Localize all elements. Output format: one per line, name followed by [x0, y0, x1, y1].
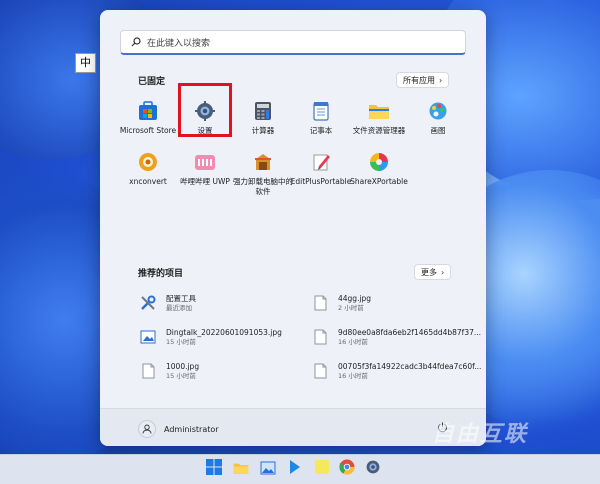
- file-icon: [312, 294, 328, 312]
- sticky-notes-icon: [314, 459, 330, 479]
- app-label: ShareXPortable: [350, 177, 408, 186]
- taskbar: [0, 454, 600, 484]
- user-name: Administrator: [164, 424, 219, 434]
- taskbar-chrome[interactable]: [338, 459, 356, 479]
- app-file-explorer[interactable]: 文件资源管理器: [347, 100, 411, 136]
- app-blue-icon: [288, 459, 302, 479]
- taskbar-file-explorer[interactable]: [232, 460, 250, 478]
- recommended-item-title: 9d80ee0a8fda6eb2f1465dd4b87f37...: [338, 328, 482, 337]
- recommended-item-subtitle: 2 小时前: [338, 304, 364, 312]
- start-menu-footer: Administrator: [100, 408, 486, 446]
- app-sharex[interactable]: ShareXPortable: [347, 151, 411, 187]
- app-label: Microsoft Store: [119, 126, 177, 135]
- user-avatar-icon: [138, 420, 156, 438]
- app-label: 画图: [430, 126, 446, 135]
- taskbar-app-blue[interactable]: [286, 460, 304, 478]
- search-icon: [129, 35, 143, 49]
- user-account-button[interactable]: Administrator: [138, 420, 219, 438]
- folder-icon: [368, 100, 390, 122]
- recommended-item-title: 1000.jpg: [166, 362, 200, 371]
- recommended-item-title: 配置工具: [166, 294, 196, 303]
- recommended-item-title: 00705f3fa14922cadc3b44fdea7c60f...: [338, 362, 482, 371]
- bilibili-icon: [194, 151, 216, 173]
- app-label: 强力卸载电脑中的软件: [233, 177, 293, 196]
- app-label: EditPlusPortable: [290, 177, 352, 186]
- more-label: 更多: [421, 267, 437, 277]
- notepad-icon: [310, 100, 332, 122]
- ime-indicator[interactable]: 中: [75, 53, 96, 73]
- windows-logo-icon: [206, 459, 222, 479]
- file-icon: [140, 362, 156, 380]
- chevron-right-icon: ›: [439, 75, 443, 85]
- watermark-logo: 自由互联: [432, 422, 529, 447]
- folder-icon: [233, 460, 249, 479]
- recommended-item-subtitle: 16 小时前: [338, 338, 368, 346]
- app-xnconvert[interactable]: xnconvert: [116, 151, 180, 187]
- chrome-icon: [339, 459, 355, 479]
- photos-icon: [260, 460, 276, 479]
- app-editplus[interactable]: EditPlusPortable: [289, 151, 353, 187]
- taskbar-start-button[interactable]: [205, 459, 223, 479]
- recommended-title: 推荐的项目: [138, 269, 184, 279]
- tools-icon: [140, 294, 156, 312]
- chevron-right-icon: ›: [441, 267, 445, 277]
- all-apps-button[interactable]: 所有应用 ›: [396, 72, 450, 88]
- app-microsoft-store[interactable]: Microsoft Store: [116, 100, 180, 136]
- recommended-item[interactable]: 44gg.jpg 2 小时前: [312, 294, 482, 313]
- app-label: xnconvert: [129, 177, 167, 186]
- paint-palette-icon: [427, 100, 449, 122]
- recommended-item[interactable]: 配置工具 最近添加: [140, 294, 310, 313]
- app-label: 哔哩哔哩 UWP: [180, 177, 230, 186]
- app-label: 计算器: [251, 126, 275, 135]
- taskbar-settings[interactable]: [364, 460, 382, 478]
- file-icon: [312, 362, 328, 380]
- recommended-item[interactable]: 1000.jpg 15 小时前: [140, 362, 310, 381]
- recommended-item-subtitle: 15 小时前: [166, 338, 196, 346]
- sharex-icon: [368, 151, 390, 173]
- app-bilibili[interactable]: 哔哩哔哩 UWP: [173, 151, 237, 187]
- taskbar-notes[interactable]: [313, 460, 331, 478]
- recommended-item-title: Dingtalk_20220601091053.jpg: [166, 328, 282, 337]
- editplus-icon: [310, 151, 332, 173]
- pinned-title: 已固定: [138, 77, 166, 87]
- uninstaller-icon: [252, 151, 274, 173]
- recommended-item-subtitle: 15 小时前: [166, 372, 196, 380]
- search-placeholder: 在此键入以搜索: [147, 38, 211, 49]
- recommended-item-title: 44gg.jpg: [338, 294, 372, 303]
- recommended-item[interactable]: 00705f3fa14922cadc3b44fdea7c60f... 16 小时…: [312, 362, 482, 381]
- all-apps-label: 所有应用: [403, 75, 435, 85]
- app-calculator[interactable]: 计算器: [231, 100, 295, 136]
- recommended-item[interactable]: 9d80ee0a8fda6eb2f1465dd4b87f37... 16 小时前: [312, 328, 482, 347]
- taskbar-photos[interactable]: [259, 460, 277, 478]
- settings-gear-icon: [365, 459, 381, 479]
- more-button[interactable]: 更多 ›: [414, 264, 452, 280]
- recommended-item-subtitle: 最近添加: [166, 304, 192, 312]
- app-uninstaller[interactable]: 强力卸载电脑中的软件: [231, 151, 295, 197]
- app-paint[interactable]: 画图: [406, 100, 470, 136]
- app-notepad[interactable]: 记事本: [289, 100, 353, 136]
- app-label: 记事本: [309, 126, 333, 135]
- xnconvert-icon: [137, 151, 159, 173]
- recommended-item[interactable]: Dingtalk_20220601091053.jpg 15 小时前: [140, 328, 310, 347]
- search-input[interactable]: 在此键入以搜索: [120, 30, 466, 55]
- image-file-icon: [140, 328, 156, 346]
- calculator-icon: [252, 100, 274, 122]
- recommended-item-subtitle: 16 小时前: [338, 372, 368, 380]
- file-icon: [312, 328, 328, 346]
- start-menu: 在此键入以搜索 已固定 所有应用 › Microsoft Store 设置 计算…: [100, 10, 486, 446]
- app-label: 文件资源管理器: [352, 126, 406, 135]
- settings-highlight-box: [178, 83, 232, 137]
- microsoft-store-icon: [137, 100, 159, 122]
